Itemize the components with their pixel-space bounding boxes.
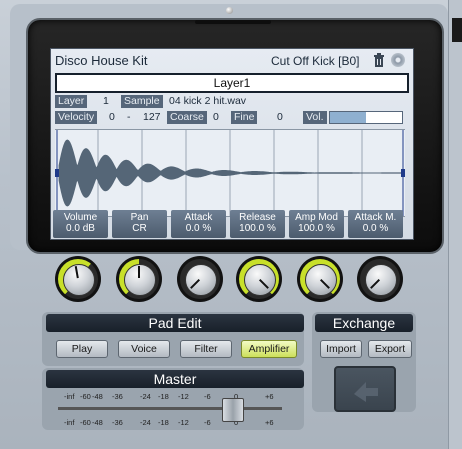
layer-value[interactable]: 1 [103, 95, 109, 108]
waveform-display[interactable] [55, 129, 405, 217]
param-attack-mod[interactable]: Attack M. 0.0 % [348, 210, 403, 238]
param-pan-value: CR [132, 223, 147, 234]
scale-bottom-tick: -60 [80, 418, 91, 427]
lcd-display: Disco House Kit Cut Off Kick [B0] Layer1… [50, 48, 414, 240]
param-attack-mod-name: Attack M. [354, 212, 397, 223]
scale-top-tick: -18 [158, 392, 169, 401]
master-fader-handle[interactable] [222, 398, 244, 422]
sample-label: Sample [121, 95, 163, 108]
scale-bottom-tick: +6 [265, 418, 274, 427]
screen-top-slot [195, 20, 271, 24]
velocity-low-value[interactable]: 0 [109, 111, 115, 124]
pan-knob[interactable] [116, 256, 162, 302]
param-amp-mod[interactable]: Amp Mod 100.0 % [289, 210, 344, 238]
param-attack-name: Attack [184, 212, 213, 223]
status-led-icon [226, 7, 233, 14]
param-attack[interactable]: Attack 0.0 % [171, 210, 226, 238]
attack-mod-knob[interactable] [357, 256, 403, 302]
layer-selector[interactable]: Layer1 [55, 73, 409, 93]
fine-label: Fine [231, 111, 258, 124]
param-attack-value: 0.0 % [185, 223, 212, 234]
param-volume[interactable]: Volume 0.0 dB [53, 210, 108, 238]
scale-bottom-tick: -18 [158, 418, 169, 427]
scale-bottom-tick: -36 [112, 418, 123, 427]
attack-knob[interactable] [177, 256, 223, 302]
scale-bottom-tick: -48 [92, 418, 103, 427]
scale-bottom-tick: -6 [204, 418, 211, 427]
coarse-value[interactable]: 0 [213, 111, 219, 124]
scale-top-tick: -12 [178, 392, 189, 401]
velocity-dash: - [127, 111, 131, 123]
drag-export-area[interactable] [334, 366, 396, 412]
layer-label: Layer [55, 95, 88, 108]
pad-edit-title: Pad Edit [46, 314, 304, 332]
param-volume-value: 0.0 dB [66, 223, 95, 234]
velocity-high-value[interactable]: 127 [143, 111, 161, 124]
fine-value[interactable]: 0 [277, 111, 283, 124]
voice-button[interactable]: Voice [118, 340, 170, 358]
scale-bottom-tick: -24 [140, 418, 151, 427]
param-release-name: Release [239, 212, 276, 223]
preset-name[interactable]: Cut Off Kick [B0] [271, 54, 359, 68]
param-attack-mod-value: 0.0 % [362, 223, 389, 234]
drag-arrow-icon [354, 382, 378, 402]
velocity-label: Velocity [55, 111, 98, 124]
scale-bottom-tick: -12 [178, 418, 189, 427]
right-edge-panel [448, 0, 462, 449]
param-pan[interactable]: Pan CR [112, 210, 167, 238]
scale-top-tick: -6 [204, 392, 211, 401]
scale-top-tick: -36 [112, 392, 123, 401]
export-button[interactable]: Export [368, 340, 412, 358]
coarse-label: Coarse [167, 111, 207, 124]
param-pan-name: Pan [130, 212, 149, 223]
scale-top-tick: -24 [140, 392, 151, 401]
amplifier-button[interactable]: Amplifier [241, 340, 297, 358]
scale-top-tick: -48 [92, 392, 103, 401]
scale-bottom-tick: -inf [64, 418, 75, 427]
param-amp-mod-name: Amp Mod [295, 212, 338, 223]
kit-name: Disco House Kit [55, 53, 148, 68]
vol-label: Vol. [303, 111, 327, 124]
param-amp-mod-value: 100.0 % [298, 223, 335, 234]
right-edge-strip [452, 18, 462, 42]
vol-bar[interactable] [329, 111, 403, 124]
gear-icon[interactable] [391, 53, 405, 67]
amp-mod-knob[interactable] [297, 256, 343, 302]
exchange-title: Exchange [315, 314, 413, 332]
vol-bar-fill [330, 112, 366, 123]
scale-top-tick: -60 [80, 392, 91, 401]
master-title: Master [46, 370, 304, 388]
param-release[interactable]: Release 100.0 % [230, 210, 285, 238]
play-button[interactable]: Play [56, 340, 108, 358]
volume-knob[interactable] [55, 256, 101, 302]
release-knob[interactable] [236, 256, 282, 302]
filter-button[interactable]: Filter [180, 340, 232, 358]
master-fader-track [58, 407, 282, 410]
param-volume-name: Volume [63, 212, 98, 223]
scale-top-tick: +6 [265, 392, 274, 401]
sample-value[interactable]: 04 kick 2 hit.wav [169, 95, 246, 108]
import-button[interactable]: Import [320, 340, 362, 358]
trash-icon[interactable] [373, 53, 385, 67]
scale-top-tick: -inf [64, 392, 75, 401]
param-release-value: 100.0 % [239, 223, 276, 234]
